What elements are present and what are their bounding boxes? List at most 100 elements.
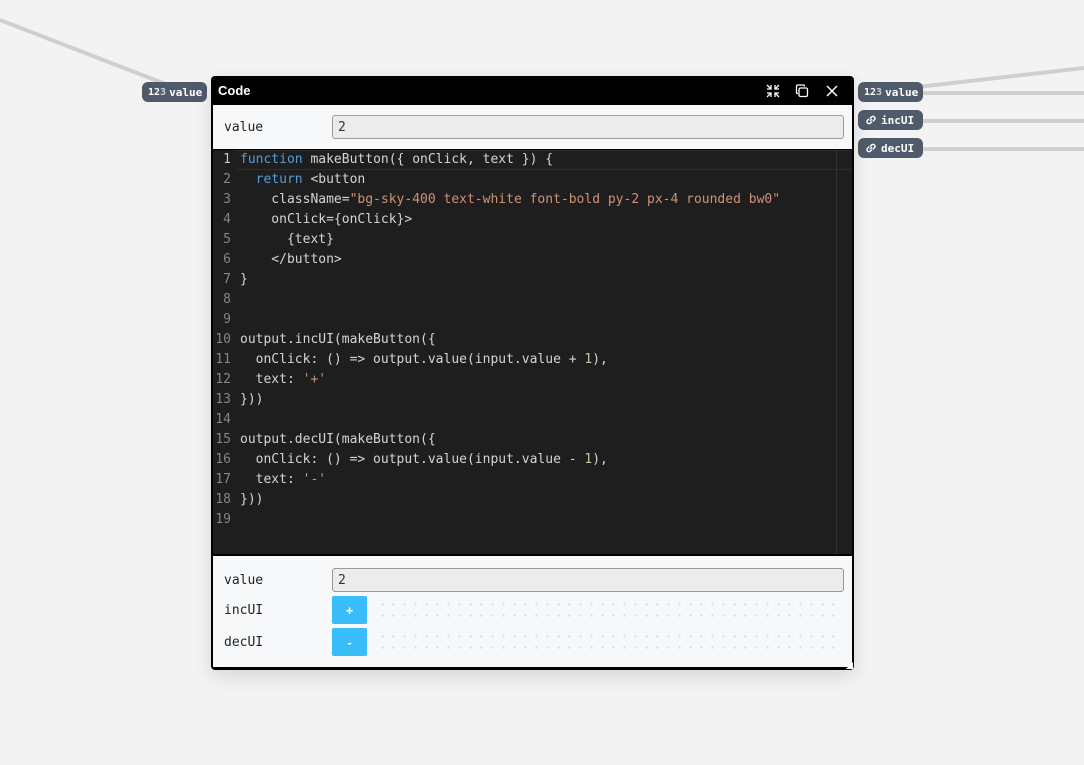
output-row-incUI: incUI + [213, 596, 852, 624]
line-number: 4 [223, 212, 231, 227]
increment-button[interactable]: + [332, 596, 367, 624]
output-port-decUI[interactable]: decUI [858, 138, 923, 158]
output-field-value[interactable]: 2 [332, 568, 844, 592]
link-icon [866, 143, 876, 153]
code-text: text: '-' [240, 470, 326, 490]
input-field-value[interactable]: 2 [332, 115, 844, 139]
code-token: onClick={onClick}> [240, 212, 413, 227]
code-text: function makeButton({ onClick, text }) { [240, 150, 553, 170]
code-editor[interactable]: 1 function makeButton({ onClick, text }) … [213, 150, 852, 554]
line-number: 14 [215, 412, 231, 427]
code-token: } [240, 272, 248, 287]
code-line[interactable]: 6 </button> [213, 250, 838, 270]
code-line[interactable]: 10 output.incUI(makeButton({ [213, 330, 838, 350]
code-text: </button> [240, 250, 342, 270]
code-line[interactable]: 8 [213, 290, 838, 310]
code-line[interactable]: 12 text: '+' [213, 370, 838, 390]
code-token: output.decUI(makeButton({ [240, 432, 436, 447]
code-text: onClick: () => output.value(input.value … [240, 450, 608, 470]
code-text: return <button [240, 170, 366, 190]
port-label: decUI [881, 141, 915, 155]
code-token: </button> [240, 252, 342, 267]
code-line[interactable]: 7} [213, 270, 838, 290]
dotted-background [373, 596, 843, 624]
code-token: })) [240, 492, 264, 507]
wire-output-value-a [899, 66, 1084, 91]
line-number: 15 [215, 432, 231, 447]
code-text: text: '+' [240, 370, 326, 390]
code-line[interactable]: 14 [213, 410, 838, 430]
code-line[interactable]: 4 onClick={onClick}> [213, 210, 838, 230]
code-line[interactable]: 16 onClick: () => output.value(input.val… [213, 450, 838, 470]
dotted-background [373, 628, 843, 656]
code-token: ), [592, 352, 608, 367]
link-icon [866, 115, 876, 125]
line-number: 19 [215, 512, 231, 527]
code-text: {text} [240, 230, 334, 250]
line-number: 11 [215, 352, 231, 367]
code-text: onClick: () => output.value(input.value … [240, 350, 608, 370]
code-token: return [255, 172, 303, 187]
code-line[interactable]: 18})) [213, 490, 838, 510]
line-number: 16 [215, 452, 231, 467]
line-number: 5 [223, 232, 231, 247]
line-number: 18 [215, 492, 231, 507]
code-line[interactable]: 2 return <button [213, 170, 838, 190]
line-number: 8 [223, 292, 231, 307]
code-line[interactable]: 19 [213, 510, 838, 530]
line-number: 6 [223, 252, 231, 267]
input-row-value: value 2 [213, 113, 852, 141]
code-text: })) [240, 490, 263, 510]
close-icon[interactable] [823, 82, 841, 100]
output-port-value[interactable]: 123 value [858, 82, 923, 102]
output-port-incUI[interactable]: incUI [858, 110, 923, 130]
code-line[interactable]: 5 {text} [213, 230, 838, 250]
line-number: 3 [223, 192, 231, 207]
code-token: '+' [302, 372, 327, 387]
code-text: } [240, 270, 248, 290]
code-token: "bg-sky-400 text-white font-bold py-2 px… [349, 192, 781, 207]
code-line[interactable]: 15 output.decUI(makeButton({ [213, 430, 838, 450]
code-line[interactable]: 17 text: '-' [213, 470, 838, 490]
code-token: text: [240, 372, 303, 387]
line-number: 2 [223, 172, 231, 187]
outputs-panel: value 2 incUI + decUI - [213, 556, 852, 667]
output-label-value: value [224, 572, 264, 588]
code-line[interactable]: 13})) [213, 390, 838, 410]
code-text: onClick={onClick}> [240, 210, 412, 230]
code-text: })) [240, 390, 263, 410]
node-title: Code [218, 83, 251, 98]
inputs-panel: value 2 [213, 105, 852, 149]
code-token: makeButton({ onClick, text }) { [302, 152, 554, 167]
code-token: ), [592, 452, 608, 467]
line-number: 10 [215, 332, 231, 347]
number-type-icon: 123 [148, 86, 167, 98]
port-label: incUI [881, 113, 915, 127]
line-number: 9 [223, 312, 231, 327]
output-row-decUI: decUI - [213, 628, 852, 656]
decrement-button[interactable]: - [332, 628, 367, 656]
code-text: output.incUI(makeButton({ [240, 330, 436, 350]
line-number: 7 [223, 272, 231, 287]
code-line[interactable]: 9 [213, 310, 838, 330]
code-line[interactable]: 11 onClick: () => output.value(input.val… [213, 350, 838, 370]
resize-handle[interactable] [846, 662, 853, 669]
input-port-value[interactable]: 123 value [142, 82, 207, 102]
number-type-icon: 123 [864, 86, 883, 98]
code-line[interactable]: 3 className="bg-sky-400 text-white font-… [213, 190, 838, 210]
code-line[interactable]: 1 function makeButton({ onClick, text }) … [213, 150, 838, 170]
code-text: output.decUI(makeButton({ [240, 430, 436, 450]
code-token: {text} [240, 232, 334, 247]
code-node[interactable]: Code value 2 1 function makeButton({ onCl… [211, 76, 854, 670]
duplicate-icon[interactable] [793, 82, 811, 100]
line-number: 17 [215, 472, 231, 487]
code-token: className= [240, 192, 350, 207]
code-token: onClick: () => output.value(input.value … [240, 352, 585, 367]
node-titlebar[interactable]: Code [211, 76, 854, 105]
output-label-incUI: incUI [224, 602, 264, 618]
code-token: onClick: () => output.value(input.value … [240, 452, 585, 467]
compress-icon[interactable] [764, 82, 782, 100]
line-number: 13 [215, 392, 231, 407]
output-row-value: value 2 [213, 566, 852, 594]
